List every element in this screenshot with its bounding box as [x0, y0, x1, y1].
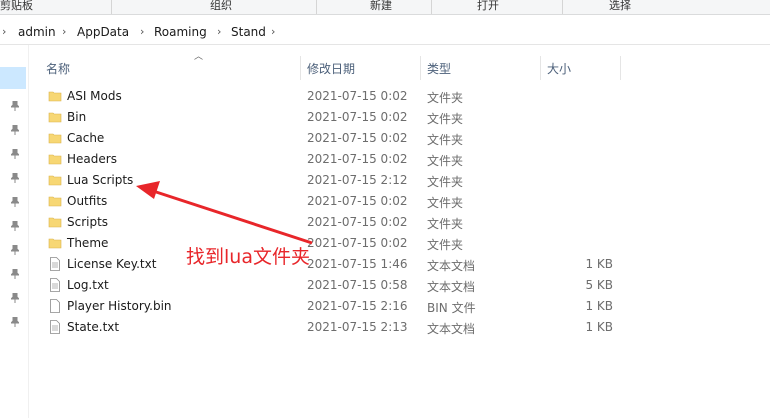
file-type: BIN 文件	[427, 301, 476, 315]
file-row[interactable]: ASI Mods 2021-07-15 0:02 文件夹	[30, 86, 770, 107]
ribbon-group-labels: 剪贴板 组织 新建 打开 选择	[0, 0, 770, 15]
file-type: 文本文档	[427, 280, 476, 294]
file-name[interactable]: State.txt	[67, 320, 119, 334]
file-name[interactable]: Cache	[67, 131, 104, 145]
file-size: 1 KB	[585, 299, 613, 313]
breadcrumb-admin[interactable]: admin	[18, 25, 56, 39]
file-type: 文件夹	[427, 133, 464, 147]
pin-icon[interactable]	[11, 101, 19, 111]
address-bar[interactable]: › admin › AppData › Roaming › Stand ›	[0, 20, 770, 45]
file-type: 文本文档	[427, 259, 476, 273]
file-row[interactable]: Outfits 2021-07-15 0:02 文件夹	[30, 191, 770, 212]
breadcrumb-roaming[interactable]: Roaming	[154, 25, 207, 39]
file-row[interactable]: Bin 2021-07-15 0:02 文件夹	[30, 107, 770, 128]
file-size: 1 KB	[585, 320, 613, 334]
text-file-icon	[50, 320, 60, 334]
file-row[interactable]: Log.txt 2021-07-15 0:58 文本文档 5 KB	[30, 275, 770, 296]
chevron-right-icon[interactable]: ›	[140, 25, 144, 38]
file-name[interactable]: Log.txt	[67, 278, 109, 292]
folder-icon	[48, 154, 62, 165]
pin-icon[interactable]	[11, 269, 19, 279]
file-icon	[50, 299, 60, 313]
file-name[interactable]: License Key.txt	[67, 257, 156, 271]
column-name[interactable]: 名称	[46, 60, 70, 77]
file-date-modified: 2021-07-15 0:02	[307, 215, 408, 229]
file-date-modified: 2021-07-15 0:58	[307, 278, 408, 292]
file-date-modified: 2021-07-15 0:02	[307, 236, 408, 250]
column-header: ︿ 名称 修改日期 类型 大小	[30, 52, 770, 80]
file-name[interactable]: Bin	[67, 110, 86, 124]
file-type: 文件夹	[427, 112, 464, 126]
file-date-modified: 2021-07-15 0:02	[307, 131, 408, 145]
file-size: 5 KB	[585, 278, 613, 292]
annotation-text: 找到lua文件夹	[186, 246, 310, 268]
sort-ascending-icon: ︿	[194, 52, 204, 62]
file-name[interactable]: Outfits	[67, 194, 107, 208]
file-type: 文件夹	[427, 238, 464, 252]
folder-icon	[48, 175, 62, 186]
file-name[interactable]: ASI Mods	[67, 89, 122, 103]
ribbon-group-organize: 组织	[210, 0, 232, 12]
file-type: 文件夹	[427, 91, 464, 105]
file-date-modified: 2021-07-15 0:02	[307, 110, 408, 124]
file-date-modified: 2021-07-15 2:13	[307, 320, 408, 334]
folder-icon	[48, 238, 62, 249]
navigation-pane	[0, 45, 29, 418]
file-name[interactable]: Theme	[67, 236, 108, 250]
file-row[interactable]: License Key.txt 2021-07-15 1:46 文本文档 1 KB	[30, 254, 770, 275]
folder-icon	[48, 133, 62, 144]
file-row[interactable]: Scripts 2021-07-15 0:02 文件夹	[30, 212, 770, 233]
folder-icon	[48, 112, 62, 123]
file-date-modified: 2021-07-15 2:16	[307, 299, 408, 313]
chevron-right-icon: ›	[2, 25, 7, 38]
ribbon-group-new: 新建	[370, 0, 392, 12]
text-file-icon	[50, 278, 60, 292]
file-date-modified: 2021-07-15 2:12	[307, 173, 408, 187]
pin-icon[interactable]	[11, 173, 19, 183]
file-date-modified: 2021-07-15 0:02	[307, 89, 408, 103]
text-file-icon	[50, 257, 60, 271]
file-date-modified: 2021-07-15 0:02	[307, 152, 408, 166]
pin-icon[interactable]	[11, 221, 19, 231]
folder-icon	[48, 91, 62, 102]
file-row[interactable]: Headers 2021-07-15 0:02 文件夹	[30, 149, 770, 170]
file-type: 文件夹	[427, 196, 464, 210]
file-type: 文件夹	[427, 217, 464, 231]
chevron-right-icon[interactable]: ›	[271, 25, 275, 38]
file-name[interactable]: Player History.bin	[67, 299, 172, 313]
pin-icon[interactable]	[11, 245, 19, 255]
chevron-right-icon[interactable]: ›	[217, 25, 221, 38]
file-row[interactable]: Theme 2021-07-15 0:02 文件夹	[30, 233, 770, 254]
file-name[interactable]: Scripts	[67, 215, 108, 229]
file-name[interactable]: Headers	[67, 152, 117, 166]
folder-icon	[48, 196, 62, 207]
breadcrumb-appdata[interactable]: AppData	[77, 25, 129, 39]
file-row[interactable]: Lua Scripts 2021-07-15 2:12 文件夹	[30, 170, 770, 191]
breadcrumb-stand[interactable]: Stand	[231, 25, 266, 39]
file-name[interactable]: Lua Scripts	[67, 173, 133, 187]
ribbon-group-select: 选择	[609, 0, 631, 12]
file-type: 文件夹	[427, 175, 464, 189]
file-date-modified: 2021-07-15 1:46	[307, 257, 408, 271]
file-row[interactable]: State.txt 2021-07-15 2:13 文本文档 1 KB	[30, 317, 770, 338]
file-row[interactable]: Cache 2021-07-15 0:02 文件夹	[30, 128, 770, 149]
ribbon-group-open: 打开	[477, 0, 499, 12]
file-type: 文件夹	[427, 154, 464, 168]
file-size: 1 KB	[585, 257, 613, 271]
ribbon-group-clipboard: 剪贴板	[0, 0, 33, 12]
folder-icon	[48, 217, 62, 228]
pin-icon[interactable]	[11, 293, 19, 303]
pin-icon[interactable]	[11, 317, 19, 327]
file-row[interactable]: Player History.bin 2021-07-15 2:16 BIN 文件 1…	[30, 296, 770, 317]
nav-selected-item[interactable]	[0, 67, 26, 89]
column-date-modified[interactable]: 修改日期	[307, 60, 355, 77]
column-type[interactable]: 类型	[427, 60, 451, 77]
file-type: 文本文档	[427, 322, 476, 336]
pin-icon[interactable]	[11, 197, 19, 207]
file-date-modified: 2021-07-15 0:02	[307, 194, 408, 208]
pin-icon[interactable]	[11, 125, 19, 135]
column-size[interactable]: 大小	[547, 60, 571, 77]
chevron-right-icon[interactable]: ›	[62, 25, 66, 38]
pin-icon[interactable]	[11, 149, 19, 159]
